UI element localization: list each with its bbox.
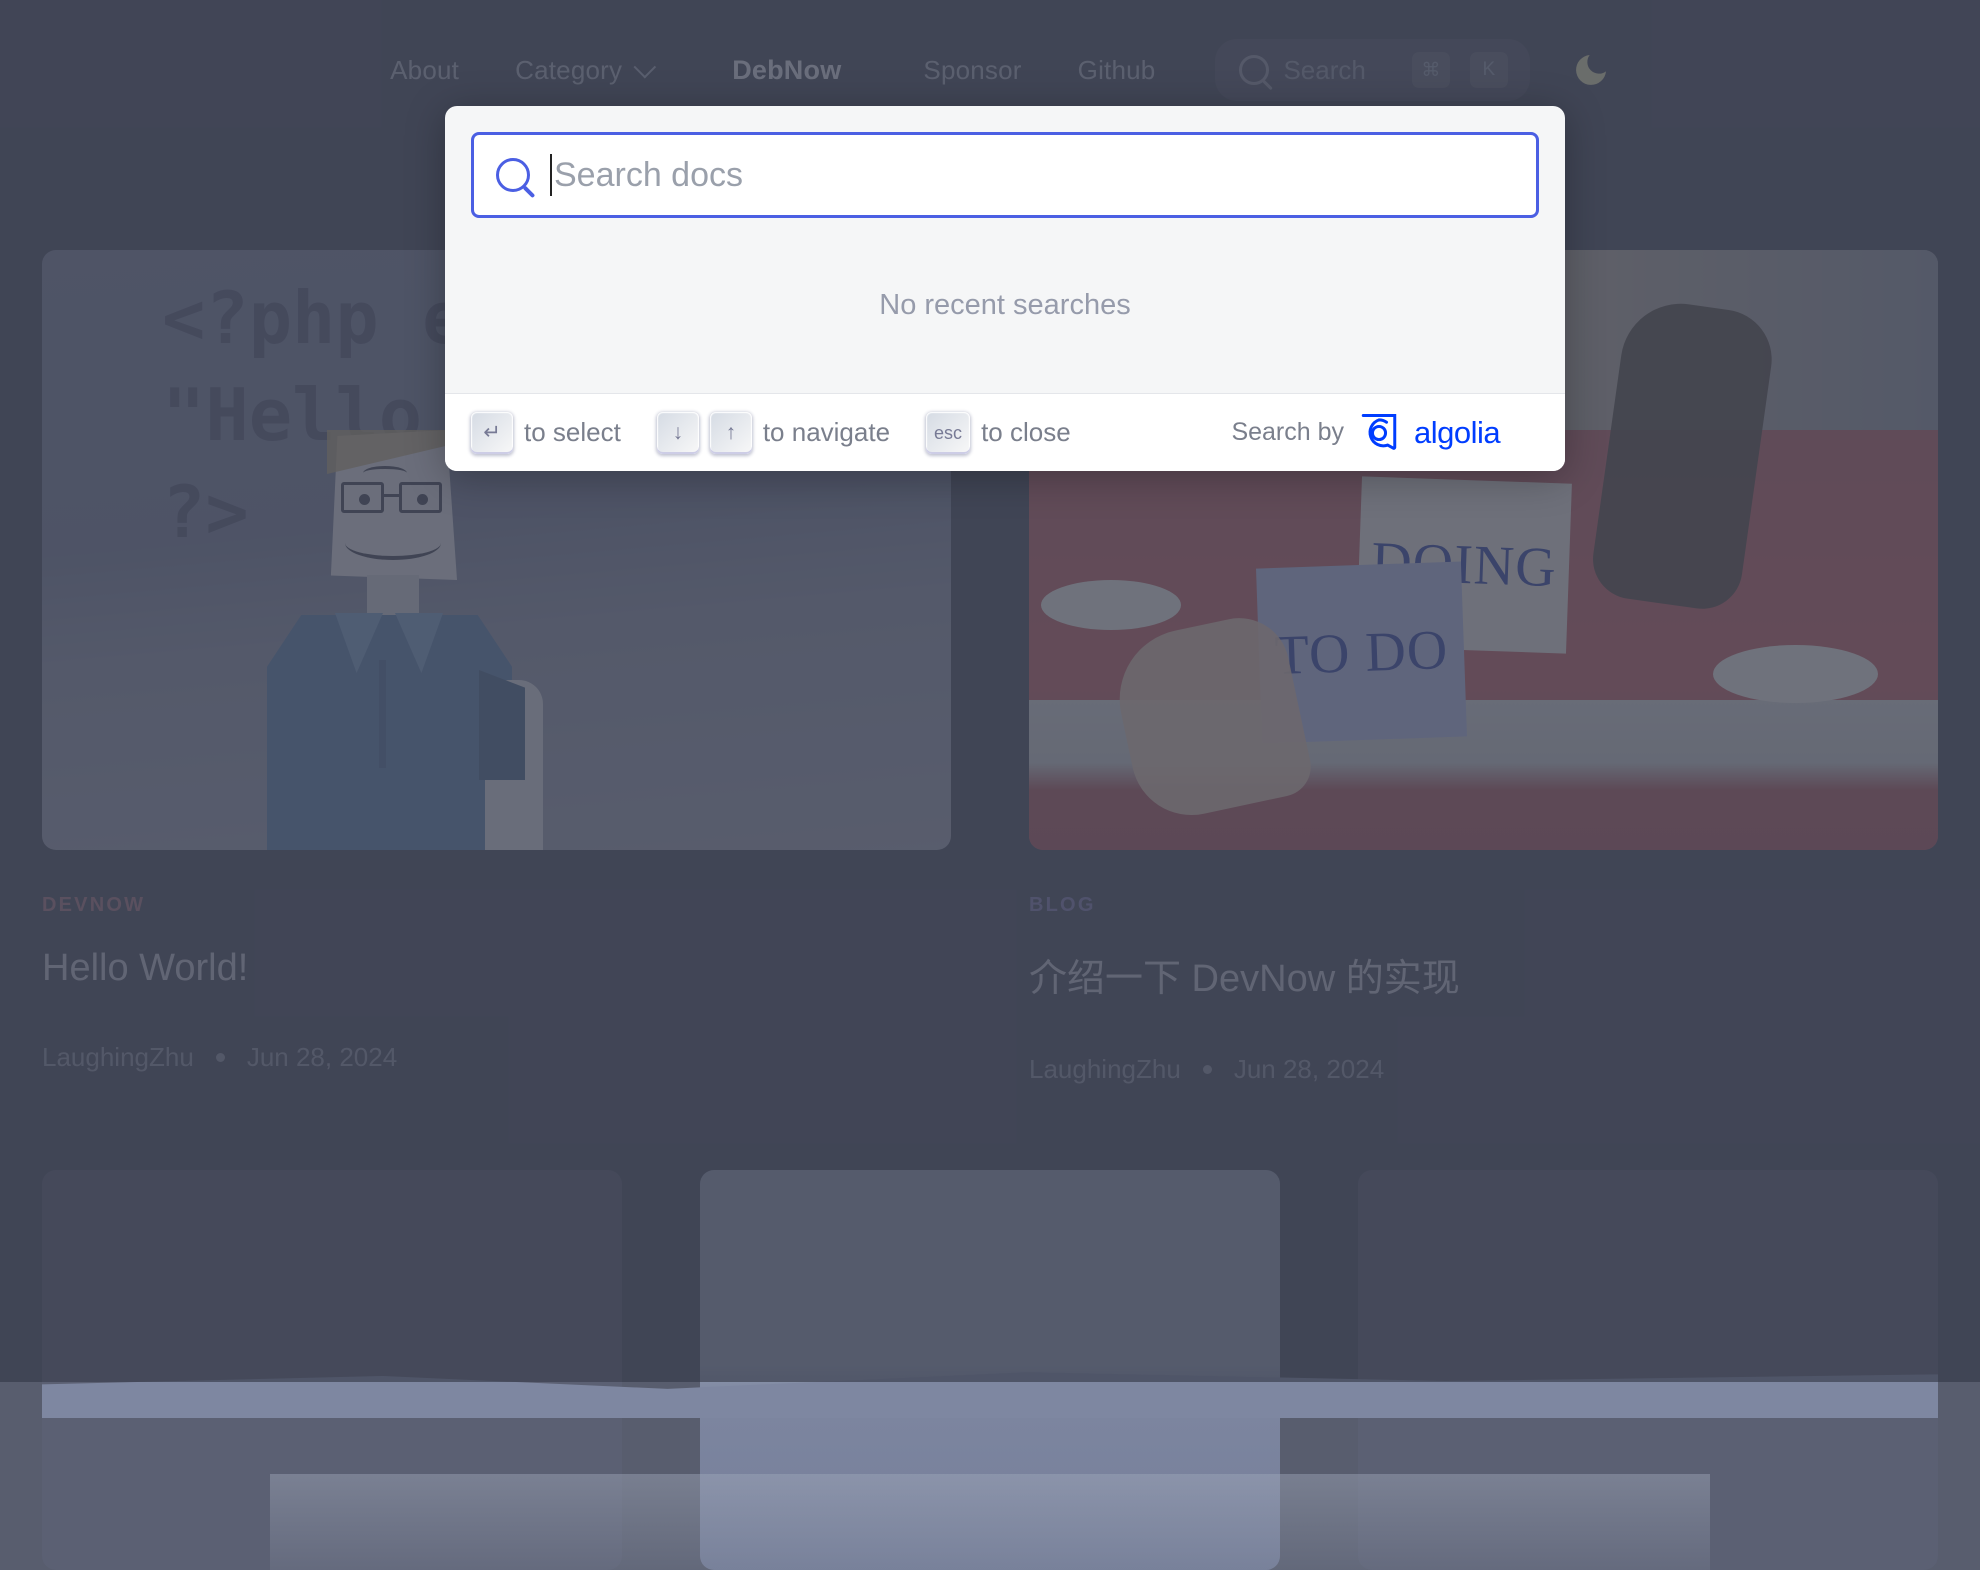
algolia-wordmark: algolia bbox=[1414, 415, 1539, 451]
hint-close-label: to close bbox=[981, 417, 1071, 448]
modal-footer: ↵ to select ↓ ↑ to navigate esc to close… bbox=[445, 393, 1565, 471]
hint-navigate-label: to navigate bbox=[763, 417, 890, 448]
hint-navigate: ↓ ↑ to navigate bbox=[657, 412, 890, 454]
key-escape[interactable]: esc bbox=[926, 412, 970, 454]
algolia-byline: Search by bbox=[1231, 418, 1344, 447]
algolia-logo-icon bbox=[1358, 412, 1400, 454]
algolia-search-modal: No recent searches ↵ to select ↓ ↑ to na… bbox=[445, 106, 1565, 471]
hint-close: esc to close bbox=[926, 412, 1071, 454]
search-input[interactable] bbox=[552, 135, 1514, 215]
hint-select-label: to select bbox=[524, 417, 621, 448]
search-icon bbox=[496, 158, 530, 192]
key-arrow-up[interactable]: ↑ bbox=[710, 412, 752, 454]
search-form bbox=[445, 106, 1565, 218]
search-results-area: No recent searches bbox=[445, 218, 1565, 393]
algolia-branding[interactable]: Search by algolia bbox=[1231, 412, 1539, 454]
svg-text:algolia: algolia bbox=[1414, 415, 1501, 450]
search-input-container[interactable] bbox=[471, 132, 1539, 218]
no-recent-searches-message: No recent searches bbox=[879, 289, 1130, 322]
key-enter[interactable]: ↵ bbox=[471, 412, 513, 454]
key-arrow-down[interactable]: ↓ bbox=[657, 412, 699, 454]
hint-select: ↵ to select bbox=[471, 412, 621, 454]
